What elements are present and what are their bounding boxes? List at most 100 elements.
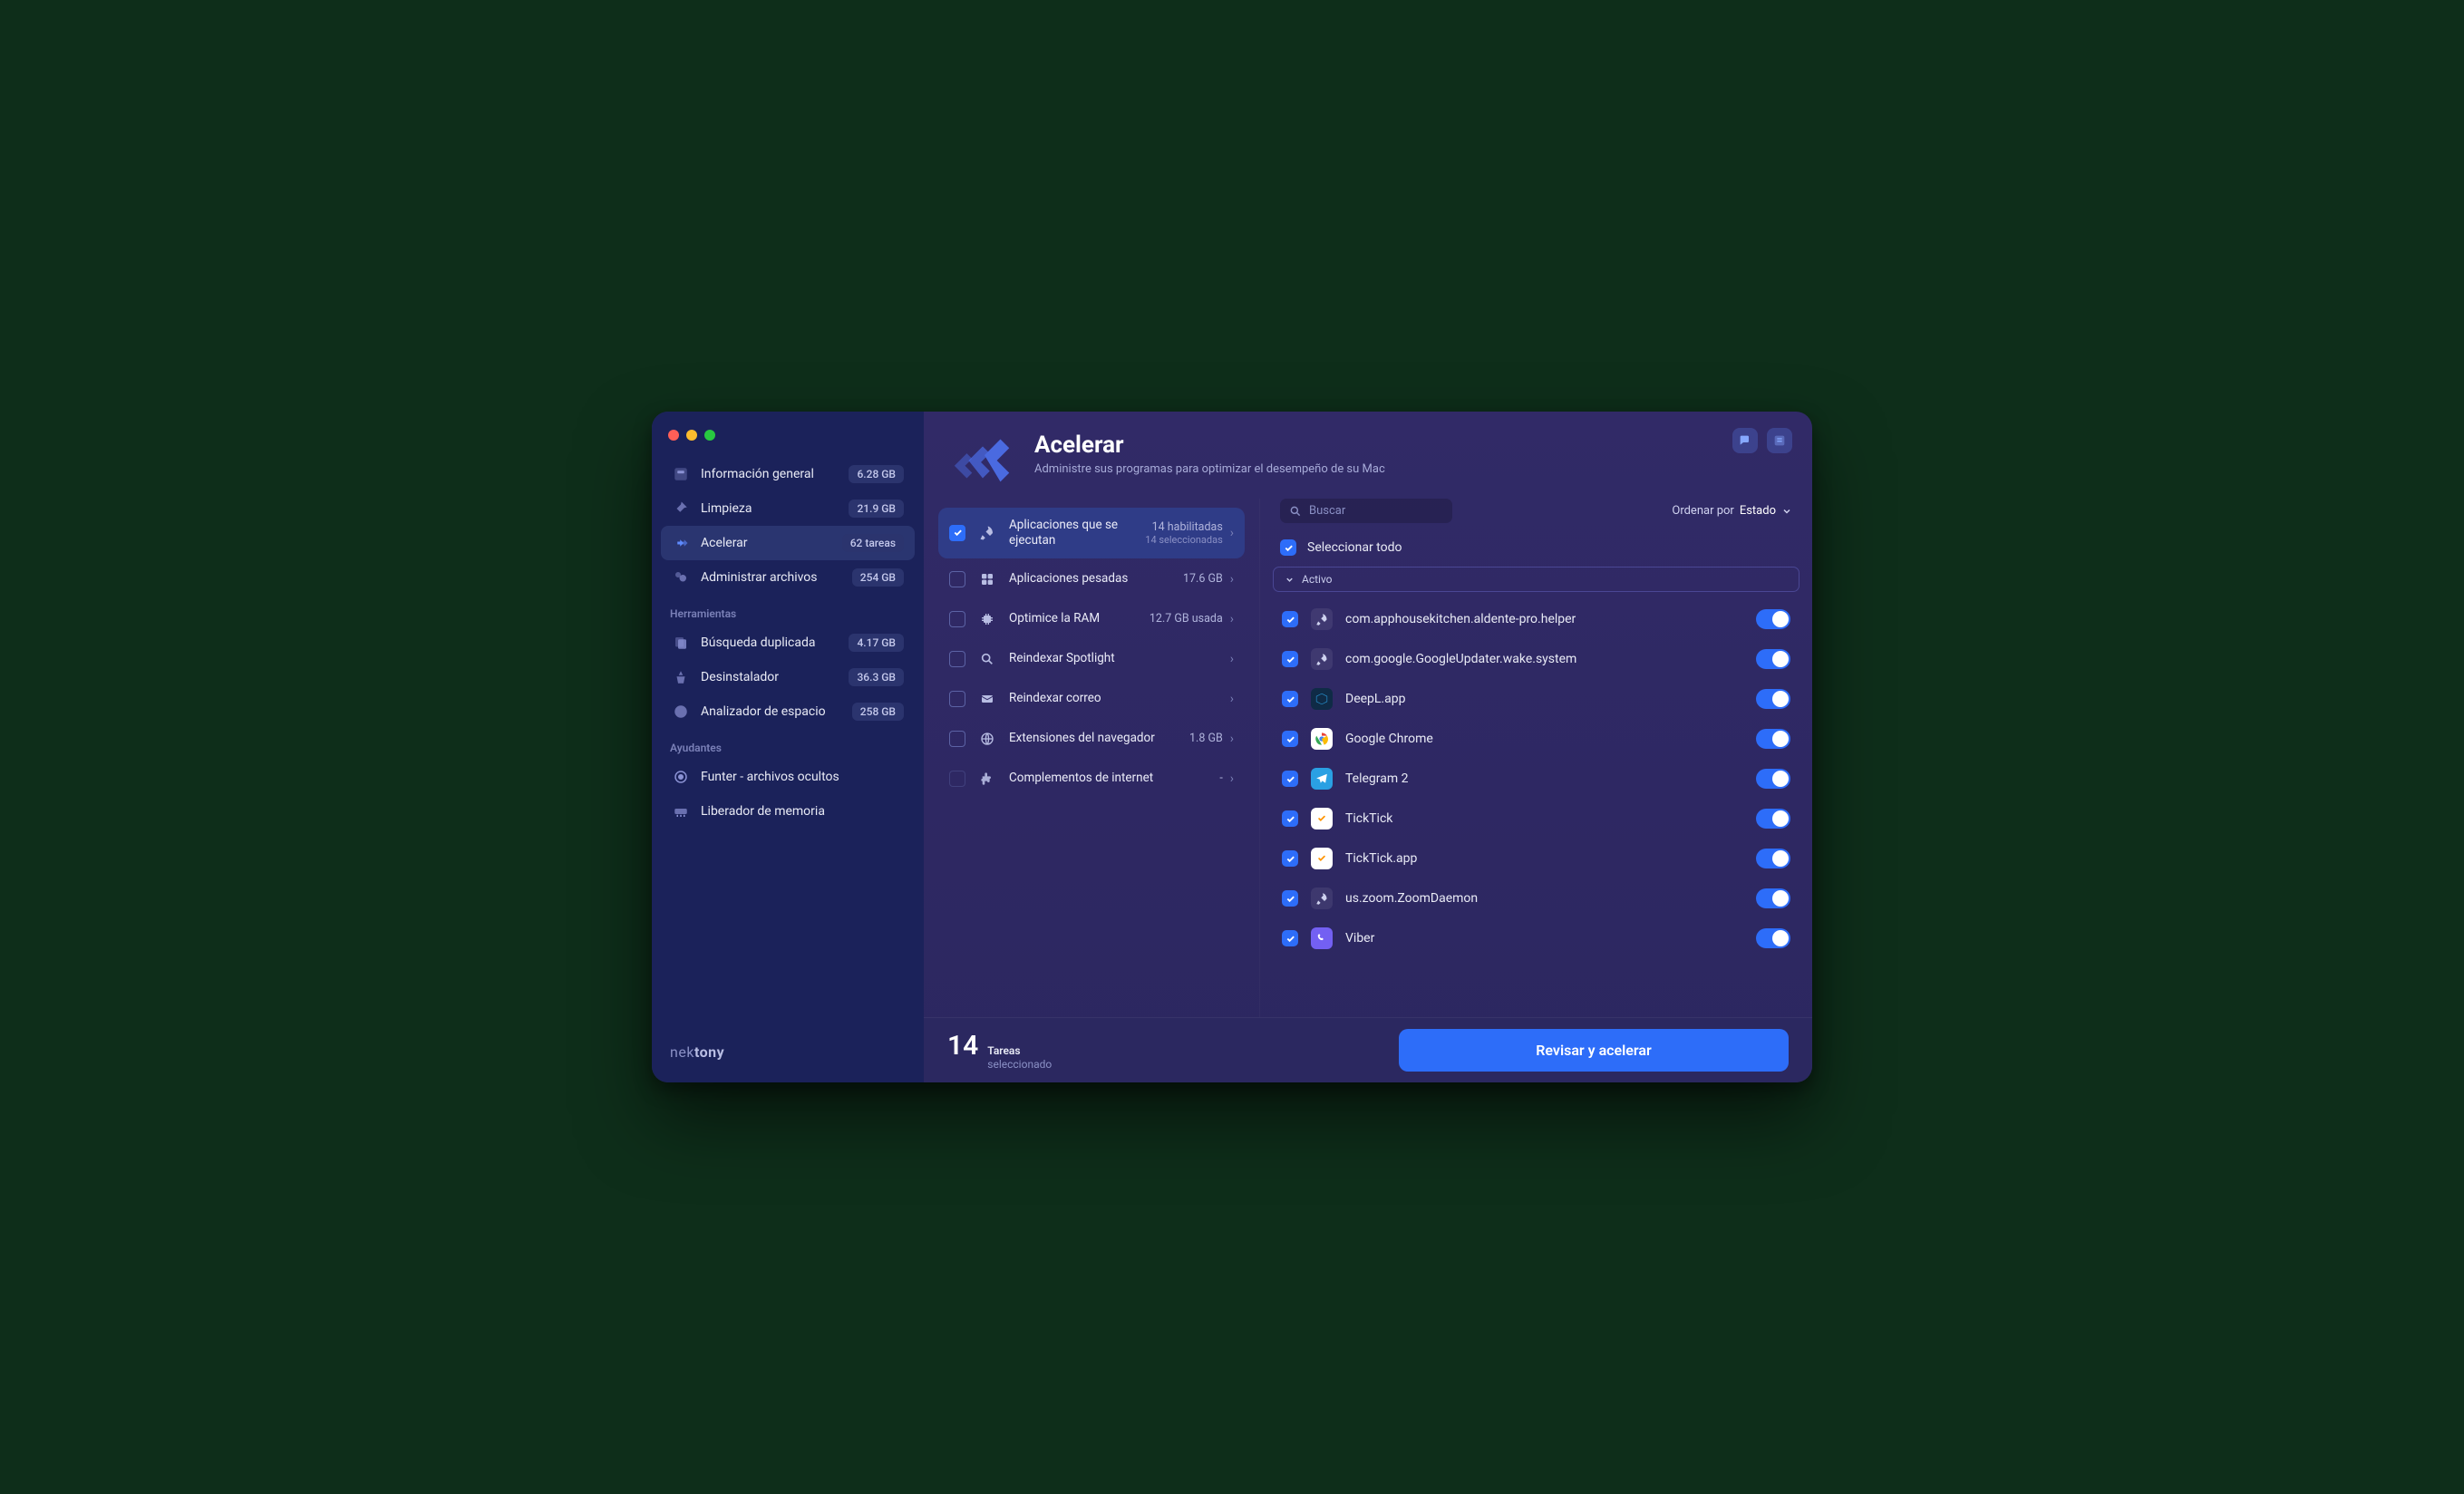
sidebar-item-funter[interactable]: Funter - archivos ocultos: [661, 760, 915, 794]
window-controls: [652, 424, 924, 457]
item-checkbox[interactable]: [1282, 771, 1298, 787]
minimize-window-button[interactable]: [686, 430, 697, 441]
search-box[interactable]: [1280, 499, 1452, 523]
sidebar-item-badge: 21.9 GB: [849, 500, 904, 518]
category-optimize-ram[interactable]: Optimice la RAM 12.7 GB usada ›: [938, 600, 1245, 638]
item-checkbox[interactable]: [1282, 810, 1298, 827]
category-checkbox[interactable]: [949, 731, 965, 747]
item-name: com.google.GoogleUpdater.wake.system: [1345, 652, 1743, 666]
category-checkbox[interactable]: [949, 691, 965, 707]
sidebar-item-duplicates[interactable]: Búsqueda duplicada 4.17 GB: [661, 626, 915, 660]
list-item[interactable]: us.zoom.ZoomDaemon: [1273, 878, 1799, 918]
review-and-speedup-button[interactable]: Revisar y acelerar: [1399, 1029, 1789, 1072]
item-toggle[interactable]: [1756, 689, 1790, 709]
item-checkbox[interactable]: [1282, 850, 1298, 867]
category-name: Optimice la RAM: [1009, 611, 1137, 626]
list-item[interactable]: TickTick.app: [1273, 839, 1799, 878]
brand-logo: nektony: [652, 1031, 924, 1070]
puzzle-icon: [978, 770, 996, 788]
close-window-button[interactable]: [668, 430, 679, 441]
list-item[interactable]: TickTick: [1273, 799, 1799, 839]
item-toggle[interactable]: [1756, 849, 1790, 868]
item-toggle[interactable]: [1756, 769, 1790, 789]
sidebar-item-uninstaller[interactable]: Desinstalador 36.3 GB: [661, 660, 915, 694]
category-startup-apps[interactable]: Aplicaciones que se ejecutan 14 habilita…: [938, 508, 1245, 558]
category-value: 12.7 GB usada ›: [1150, 612, 1234, 626]
list-item[interactable]: Google Chrome: [1273, 719, 1799, 759]
item-toggle[interactable]: [1756, 809, 1790, 829]
sidebar-item-label: Analizador de espacio: [701, 704, 841, 719]
category-internet-plugins[interactable]: Complementos de internet - ›: [938, 760, 1245, 798]
category-reindex-spotlight[interactable]: Reindexar Spotlight ›: [938, 640, 1245, 678]
header-action-icons: [1732, 428, 1792, 453]
zoom-window-button[interactable]: [704, 430, 715, 441]
sidebar-item-overview[interactable]: Información general 6.28 GB: [661, 457, 915, 491]
item-toggle[interactable]: [1756, 649, 1790, 669]
category-column: Aplicaciones que se ejecutan 14 habilita…: [924, 499, 1259, 1017]
speedup-hero-icon: [947, 432, 1018, 486]
category-reindex-mail[interactable]: Reindexar correo ›: [938, 680, 1245, 718]
item-toggle[interactable]: [1756, 729, 1790, 749]
item-name: TickTick.app: [1345, 851, 1743, 866]
item-toggle[interactable]: [1756, 928, 1790, 948]
pie-icon: [672, 703, 690, 721]
category-value: 1.8 GB ›: [1189, 732, 1234, 746]
category-name: Reindexar correo: [1009, 691, 1217, 706]
category-checkbox[interactable]: [949, 611, 965, 627]
category-checkbox[interactable]: [949, 571, 965, 587]
app-icon: [1311, 688, 1333, 710]
search-input[interactable]: [1309, 504, 1443, 518]
category-list: Aplicaciones que se ejecutan 14 habilita…: [924, 499, 1259, 1017]
footer-label-top: Tareas: [987, 1044, 1052, 1057]
category-heavy-apps[interactable]: Aplicaciones pesadas 17.6 GB ›: [938, 560, 1245, 598]
sidebar-item-clean[interactable]: Limpieza 21.9 GB: [661, 491, 915, 526]
select-all-checkbox[interactable]: [1280, 539, 1296, 556]
chevron-right-icon: ›: [1230, 572, 1234, 587]
item-toggle[interactable]: [1756, 888, 1790, 908]
item-checkbox[interactable]: [1282, 930, 1298, 946]
category-checkbox[interactable]: [949, 771, 965, 787]
sidebar-item-label: Administrar archivos: [701, 570, 841, 585]
item-toggle[interactable]: [1756, 609, 1790, 629]
sidebar-item-speedup[interactable]: Acelerar 62 tareas: [661, 526, 915, 560]
category-checkbox[interactable]: [949, 525, 965, 541]
category-name: Reindexar Spotlight: [1009, 651, 1217, 666]
content-columns: Aplicaciones que se ejecutan 14 habilita…: [924, 499, 1812, 1017]
list-item[interactable]: Telegram 2: [1273, 759, 1799, 799]
help-icon[interactable]: [1767, 428, 1792, 453]
list-item[interactable]: Viber: [1273, 918, 1799, 958]
category-value: - ›: [1219, 771, 1234, 786]
app-icon: [1311, 648, 1333, 670]
item-checkbox[interactable]: [1282, 731, 1298, 747]
app-icon: [1311, 848, 1333, 869]
feedback-icon[interactable]: [1732, 428, 1758, 453]
app-icon: [1311, 888, 1333, 909]
category-name: Complementos de internet: [1009, 771, 1207, 786]
list-item[interactable]: DeepL.app: [1273, 679, 1799, 719]
page-subtitle: Administre sus programas para optimizar …: [1034, 462, 1789, 476]
category-meta: 17.6 GB: [1183, 572, 1223, 586]
list-item[interactable]: com.apphousekitchen.aldente-pro.helper: [1273, 599, 1799, 639]
item-checkbox[interactable]: [1282, 611, 1298, 627]
chip-icon: [978, 610, 996, 628]
item-checkbox[interactable]: [1282, 691, 1298, 707]
category-meta: 14 habilitadas: [1152, 520, 1223, 534]
brand-suffix: tony: [694, 1043, 724, 1061]
sort-dropdown[interactable]: Ordenar por Estado: [1672, 504, 1792, 518]
chevron-down-icon: [1285, 575, 1295, 585]
main-panel: Acelerar Administre sus programas para o…: [924, 412, 1812, 1082]
grid-icon: [978, 570, 996, 588]
category-checkbox[interactable]: [949, 651, 965, 667]
item-name: com.apphousekitchen.aldente-pro.helper: [1345, 612, 1743, 626]
item-name: DeepL.app: [1345, 692, 1743, 706]
list-item[interactable]: com.google.GoogleUpdater.wake.system: [1273, 639, 1799, 679]
sidebar-item-memory[interactable]: Liberador de memoria: [661, 794, 915, 829]
sidebar-item-manage-files[interactable]: Administrar archivos 254 GB: [661, 560, 915, 595]
category-browser-extensions[interactable]: Extensiones del navegador 1.8 GB ›: [938, 720, 1245, 758]
sidebar-item-disk-analyzer[interactable]: Analizador de espacio 258 GB: [661, 694, 915, 729]
item-checkbox[interactable]: [1282, 651, 1298, 667]
item-checkbox[interactable]: [1282, 890, 1298, 907]
chevron-right-icon: ›: [1230, 526, 1234, 540]
brand-prefix: nek: [670, 1043, 694, 1061]
group-header-active[interactable]: Activo: [1273, 567, 1799, 592]
